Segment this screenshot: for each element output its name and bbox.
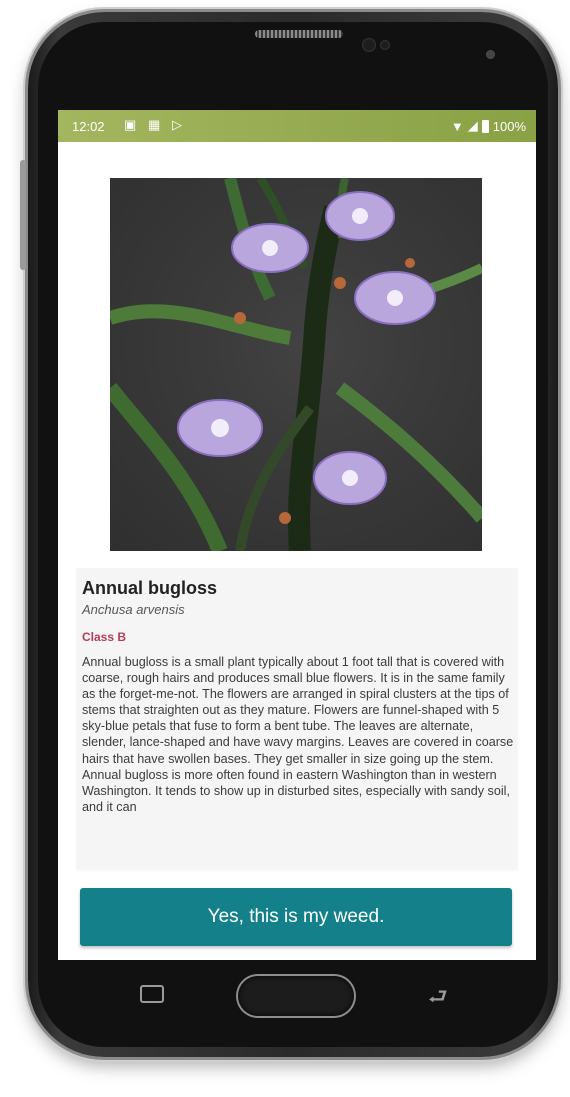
signal-icon: ◢ [467,118,478,133]
device-frame-stage: 12:02 ▣ ▦ ▷ ▼ ◢ 100% Annual bugloss Anch… [0,0,570,1097]
back-icon[interactable]: ⮐ [428,980,448,1018]
weed-class-label: Class B [82,630,127,644]
app-screen: 12:02 ▣ ▦ ▷ ▼ ◢ 100% Annual bugloss Anch… [58,110,536,960]
plant-scientific-name: Anchusa arvensis [82,602,185,617]
calendar-icon: ▦ [148,117,161,132]
status-time: 12:02 [72,119,105,134]
plant-info-card: Annual bugloss Anchusa arvensis Class B … [76,568,518,872]
plant-description: Annual bugloss is a small plant typicall… [82,655,514,814]
home-button[interactable] [238,976,354,1016]
front-camera-icon [362,38,376,52]
battery-percent: 100% [492,118,526,134]
volume-button [20,160,26,270]
status-right-group: ▼ ◢ 100% [451,118,526,134]
flower-photo [110,178,482,551]
wifi-icon: ▼ [450,118,464,134]
earpiece-speaker [255,30,343,38]
light-sensor-icon [486,50,495,59]
confirm-weed-button[interactable]: Yes, this is my weed. [80,888,512,946]
status-bar: 12:02 ▣ ▦ ▷ ▼ ◢ 100% [58,110,536,142]
play-store-icon: ▷ [172,117,182,132]
recent-apps-icon[interactable] [140,985,164,1003]
plant-common-name: Annual bugloss [82,578,217,598]
image-icon: ▣ [124,117,137,132]
battery-icon [481,119,489,133]
proximity-sensor-icon [380,40,390,50]
plant-photo [110,178,482,551]
